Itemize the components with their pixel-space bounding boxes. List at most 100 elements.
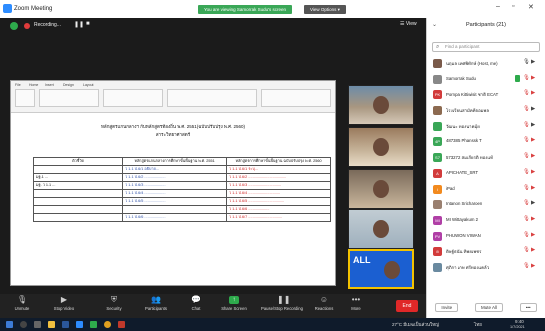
invite-button[interactable]: Invite: [435, 302, 459, 312]
video-off-icon[interactable]: ▶: [531, 169, 535, 175]
table-cell: ว 1.1 ป.6/2 ....................: [122, 173, 228, 182]
participant-row[interactable]: A APICHATE_SRT 🎙 ▶: [427, 166, 545, 182]
task-view-icon[interactable]: [34, 321, 41, 328]
start-icon[interactable]: [6, 321, 13, 328]
mic-muted-icon[interactable]: 🎙: [523, 153, 530, 159]
participant-row[interactable]: MI MI Wittayakum 2 🎙 ▶: [427, 213, 545, 229]
participant-row[interactable]: Intanon Sricharoen 🎙 ▶: [427, 197, 545, 213]
view-button[interactable]: ☰ View: [400, 21, 417, 27]
stop-video-button[interactable]: ▶ Stop Video: [44, 296, 84, 312]
weather-status[interactable]: 27°C มีเมฆเป็นส่วนใหญ่: [392, 321, 439, 328]
word-icon[interactable]: [62, 321, 69, 328]
video-off-icon[interactable]: ▶: [531, 185, 535, 191]
pause-stop-recording-button[interactable]: ❚❚ Pause/Stop Recording: [256, 296, 308, 312]
table-row: ว 1.1 ป.6/6 .................... ว 1.1 ป…: [32, 213, 331, 222]
video-off-icon[interactable]: ▶: [531, 153, 535, 159]
participant-video-thumbnail[interactable]: ALL: [348, 249, 414, 289]
more-button[interactable]: ••• More: [336, 296, 376, 312]
video-off-icon[interactable]: ▶: [531, 216, 535, 222]
avatar: 4P: [433, 137, 442, 147]
unmute-button[interactable]: 🎙 Unmute: [2, 296, 42, 312]
video-camera-icon[interactable]: ▶: [531, 200, 535, 206]
clock-date[interactable]: 1/7/2021: [510, 325, 525, 329]
mic-muted-icon[interactable]: 🎙: [523, 75, 530, 81]
mic-muted-icon[interactable]: 🎙: [523, 185, 530, 191]
video-off-icon[interactable]: ▶: [531, 247, 535, 253]
participant-name: Samorrak Sudu: [446, 75, 476, 81]
mic-muted-icon[interactable]: 🎙: [523, 232, 530, 238]
end-meeting-button[interactable]: End: [396, 300, 418, 312]
clock-time[interactable]: 9:40: [515, 319, 524, 324]
video-camera-icon[interactable]: ▶: [531, 59, 535, 65]
avatar: [433, 74, 442, 84]
share-screen-button[interactable]: ↑ Share Screen: [214, 296, 254, 311]
security-button[interactable]: ⛨ Security: [94, 296, 134, 312]
mic-muted-icon[interactable]: 🎙: [523, 90, 530, 96]
table-cell: [122, 205, 228, 214]
participant-video-thumbnail[interactable]: [348, 85, 414, 125]
participant-video-thumbnail[interactable]: [348, 209, 414, 249]
recording-dot-icon: [24, 23, 30, 29]
shared-document: File Home Insert Design Layout หลักสูตรแ…: [10, 80, 336, 286]
chrome-icon[interactable]: [104, 321, 111, 328]
participant-search-input[interactable]: ⌕ Find a participant: [432, 42, 540, 52]
participant-row[interactable]: i iPad 🎙 ▶: [427, 182, 545, 198]
video-off-icon[interactable]: ▶: [531, 263, 535, 269]
file-explorer-icon[interactable]: [48, 321, 55, 328]
language-indicator[interactable]: ไทย: [474, 321, 482, 328]
security-shield-icon[interactable]: [10, 22, 18, 30]
close-icon[interactable]: ✕: [528, 3, 534, 11]
video-off-icon[interactable]: ▶: [531, 75, 535, 81]
participant-row[interactable]: นฤมล เทศพิทักษ์ (Host, me) 🎙 ▶: [427, 56, 545, 72]
screen-share-icon: [515, 74, 520, 82]
participant-row[interactable]: ด ดิษฐ์ธนัน ทิพยเพชร 🎙 ▶: [427, 244, 545, 260]
mic-muted-icon[interactable]: 🎙: [523, 122, 530, 128]
video-camera-icon[interactable]: ▶: [531, 122, 535, 128]
minimize-icon[interactable]: –: [496, 3, 500, 10]
video-camera-icon[interactable]: ▶: [531, 106, 535, 112]
recording-label: Recording...: [34, 22, 61, 28]
app-icon[interactable]: [118, 321, 125, 328]
stop-recording-icon[interactable]: ■: [86, 21, 90, 27]
table-cell: มฐ. ว 1.1 ...: [32, 181, 124, 190]
mic-muted-icon[interactable]: 🎙: [523, 247, 530, 253]
maximize-icon[interactable]: ▫: [512, 3, 514, 10]
zoom-taskbar-icon[interactable]: [76, 321, 83, 328]
table-header: หลักสูตรแกนกลางการศึกษาขั้นพื้นฐาน พ.ศ. …: [122, 157, 228, 166]
participant-video-thumbnail[interactable]: [348, 127, 414, 167]
participant-row[interactable]: ศุภิกา เกษ ศรีทองแคล้ว 🎙 ▶: [427, 260, 545, 276]
participant-row[interactable]: 4P 487385 Phanssk T 🎙 ▶: [427, 134, 545, 150]
video-off-icon[interactable]: ▶: [531, 137, 535, 143]
participant-video-thumbnail[interactable]: [348, 169, 414, 209]
table-cell: ว 1.1 ป.6/3 ............................…: [226, 181, 331, 190]
mic-muted-icon[interactable]: 🎙: [523, 216, 530, 222]
video-off-icon[interactable]: ▶: [531, 232, 535, 238]
search-icon[interactable]: [20, 321, 27, 328]
mic-muted-icon[interactable]: 🎙: [523, 137, 530, 143]
mic-muted-icon[interactable]: 🎙: [523, 169, 530, 175]
table-cell: ว 1.1 ป.6/1 อธิบาย...: [122, 165, 228, 174]
participant-row[interactable]: PK Pornpa Kittiwisit ชาติ ECAT 🎙 ▶: [427, 87, 545, 103]
mic-icon[interactable]: 🎙: [523, 59, 530, 65]
mic-muted-icon[interactable]: 🎙: [523, 263, 530, 269]
participant-row[interactable]: PV PHUWON VIWAN 🎙 ▶: [427, 229, 545, 245]
mic-muted-icon[interactable]: 🎙: [523, 200, 530, 206]
table-row: ว 1.1 ป.6/1 อธิบาย... ว 1.1 ป.6/1 ระบุ..…: [32, 165, 331, 174]
table-cell: ว 1.1 ป.6/1 ระบุ...: [226, 165, 331, 174]
avatar: PV: [433, 231, 442, 241]
chat-button[interactable]: 💬 Chat: [176, 296, 216, 312]
line-icon[interactable]: [90, 321, 97, 328]
participant-row[interactable]: S7 573272 สมเกียรติ ทองแท้ 🎙 ▶: [427, 150, 545, 166]
participant-row[interactable]: โรงเรียนสามัคคีจอมพล 🎙 ▶: [427, 103, 545, 119]
mic-muted-icon[interactable]: 🎙: [523, 106, 530, 112]
participant-name: PHUWON VIWAN: [446, 232, 481, 238]
participants-button[interactable]: 👥 Participants: [136, 296, 176, 312]
pause-recording-icon[interactable]: ❚❚: [74, 21, 84, 28]
participant-row[interactable]: Samorrak Sudu 🎙 ▶: [427, 72, 545, 88]
video-off-icon[interactable]: ▶: [531, 90, 535, 96]
participant-row[interactable]: วัฒนะ ทองนาคมุ้ย 🎙 ▶: [427, 119, 545, 135]
document-page: หลักสูตรแกนกลางฯ กับหลักสูตรท้องถิ่น พ.ศ…: [13, 117, 333, 285]
more-options-button[interactable]: •••: [519, 302, 537, 312]
view-options-button[interactable]: View Options ▾: [304, 5, 346, 14]
mute-all-button[interactable]: Mute All: [475, 302, 504, 312]
